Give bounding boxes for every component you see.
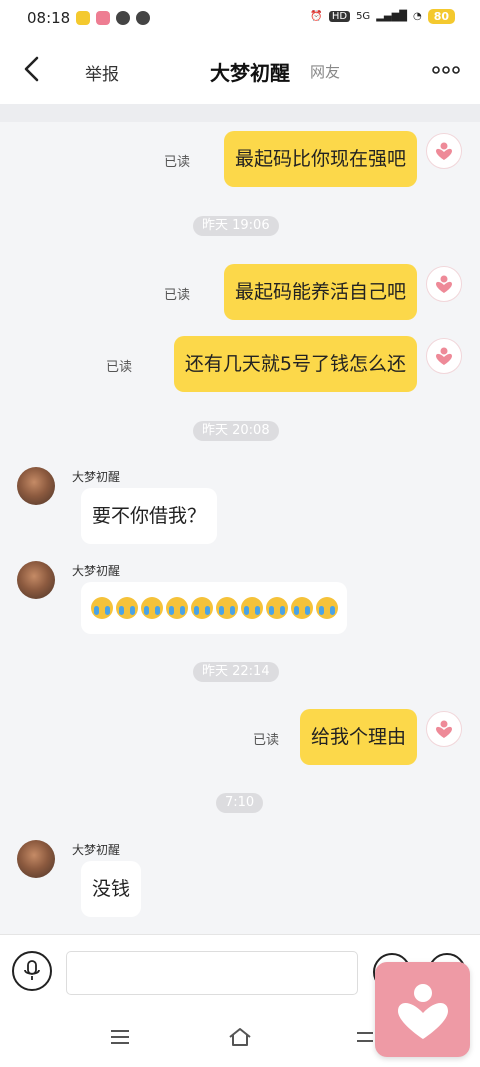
- read-status: 已读: [105, 360, 132, 375]
- sender-name: 大梦初醒: [72, 843, 121, 857]
- incoming-message-bubble[interactable]: 没钱: [81, 861, 142, 917]
- sender-name: 大梦初醒: [72, 470, 121, 484]
- timestamp-divider: 昨天 22:14: [193, 662, 279, 682]
- message-list[interactable]: 已读 最起码比你现在强吧 昨天 19:06 已读 最起码能养活自己吧 已读 还有…: [0, 104, 480, 934]
- my-avatar[interactable]: [426, 266, 462, 302]
- my-avatar[interactable]: [426, 133, 462, 169]
- my-avatar[interactable]: [426, 711, 462, 747]
- signal-icon: ▂▄▆█: [376, 11, 407, 22]
- incoming-emoji-bubble[interactable]: [81, 582, 347, 634]
- outgoing-message-bubble[interactable]: 给我个理由: [299, 709, 417, 765]
- app-notification-icon: [96, 11, 110, 25]
- crying-face-icon: [216, 597, 238, 619]
- compass-icon: [136, 11, 150, 25]
- heart-icon: [436, 142, 452, 160]
- alarm-icon: ⏰: [310, 11, 323, 22]
- crying-face-icon: [266, 597, 288, 619]
- contact-avatar[interactable]: [17, 840, 55, 878]
- outgoing-message-bubble[interactable]: 最起码比你现在强吧: [223, 131, 417, 187]
- hd-icon: HD: [328, 11, 351, 22]
- network-label: 5G: [356, 11, 371, 22]
- heart-icon: [436, 347, 452, 365]
- crying-face-icon: [166, 597, 188, 619]
- wifi-icon: ◔: [412, 11, 422, 22]
- contact-avatar[interactable]: [17, 561, 55, 599]
- heart-icon: [436, 275, 452, 293]
- crying-face-icon: [191, 597, 213, 619]
- floating-heart-button[interactable]: [375, 962, 470, 1057]
- heart-person-icon: [397, 983, 448, 1039]
- sender-name: 大梦初醒: [72, 564, 121, 578]
- outgoing-message-bubble[interactable]: 还有几天就5号了钱怎么还: [173, 336, 417, 392]
- outgoing-message-bubble[interactable]: 最起码能养活自己吧: [223, 264, 417, 320]
- app-notification-icon: [76, 11, 90, 25]
- emoji-row: [91, 597, 338, 619]
- more-options-button[interactable]: [432, 60, 460, 80]
- crying-face-icon: [141, 597, 163, 619]
- timestamp-divider: 昨天 20:08: [193, 421, 279, 441]
- message-icon: [116, 11, 130, 25]
- contact-avatar[interactable]: [17, 467, 55, 505]
- relation-tag: 网友: [310, 63, 341, 81]
- menu-icon[interactable]: [109, 1026, 131, 1048]
- status-time: 08:18: [27, 9, 71, 27]
- read-status: 已读: [163, 155, 190, 170]
- top-divider: [0, 104, 480, 122]
- read-status: 已读: [252, 733, 279, 748]
- crying-face-icon: [91, 597, 113, 619]
- report-link[interactable]: 举报: [85, 60, 119, 85]
- battery-indicator: 80: [427, 9, 455, 24]
- chevron-left-icon: [24, 56, 39, 82]
- status-bar: 08:18 ⏰ HD 5G ▂▄▆█ ◔ 80: [0, 0, 480, 36]
- chat-header: 举报 大梦初醒 网友: [0, 36, 480, 104]
- message-input[interactable]: [66, 951, 358, 995]
- read-status: 已读: [163, 288, 190, 303]
- home-icon[interactable]: [227, 1026, 253, 1048]
- crying-face-icon: [291, 597, 313, 619]
- notification-icons: [76, 11, 150, 25]
- voice-input-button[interactable]: [12, 951, 52, 991]
- heart-icon: [436, 720, 452, 738]
- chat-title: 大梦初醒: [210, 61, 290, 85]
- back-button[interactable]: [18, 54, 48, 84]
- timestamp-divider: 7:10: [216, 793, 264, 813]
- more-dots-icon: [432, 66, 460, 74]
- status-right: ⏰ HD 5G ▂▄▆█ ◔ 80: [310, 9, 455, 24]
- crying-face-icon: [116, 597, 138, 619]
- incoming-message-bubble[interactable]: 要不你借我？: [81, 488, 218, 544]
- microphone-icon: [24, 960, 40, 980]
- back-nav-icon[interactable]: [355, 1026, 377, 1048]
- crying-face-icon: [316, 597, 338, 619]
- timestamp-divider: 昨天 19:06: [193, 216, 279, 236]
- my-avatar[interactable]: [426, 338, 462, 374]
- crying-face-icon: [241, 597, 263, 619]
